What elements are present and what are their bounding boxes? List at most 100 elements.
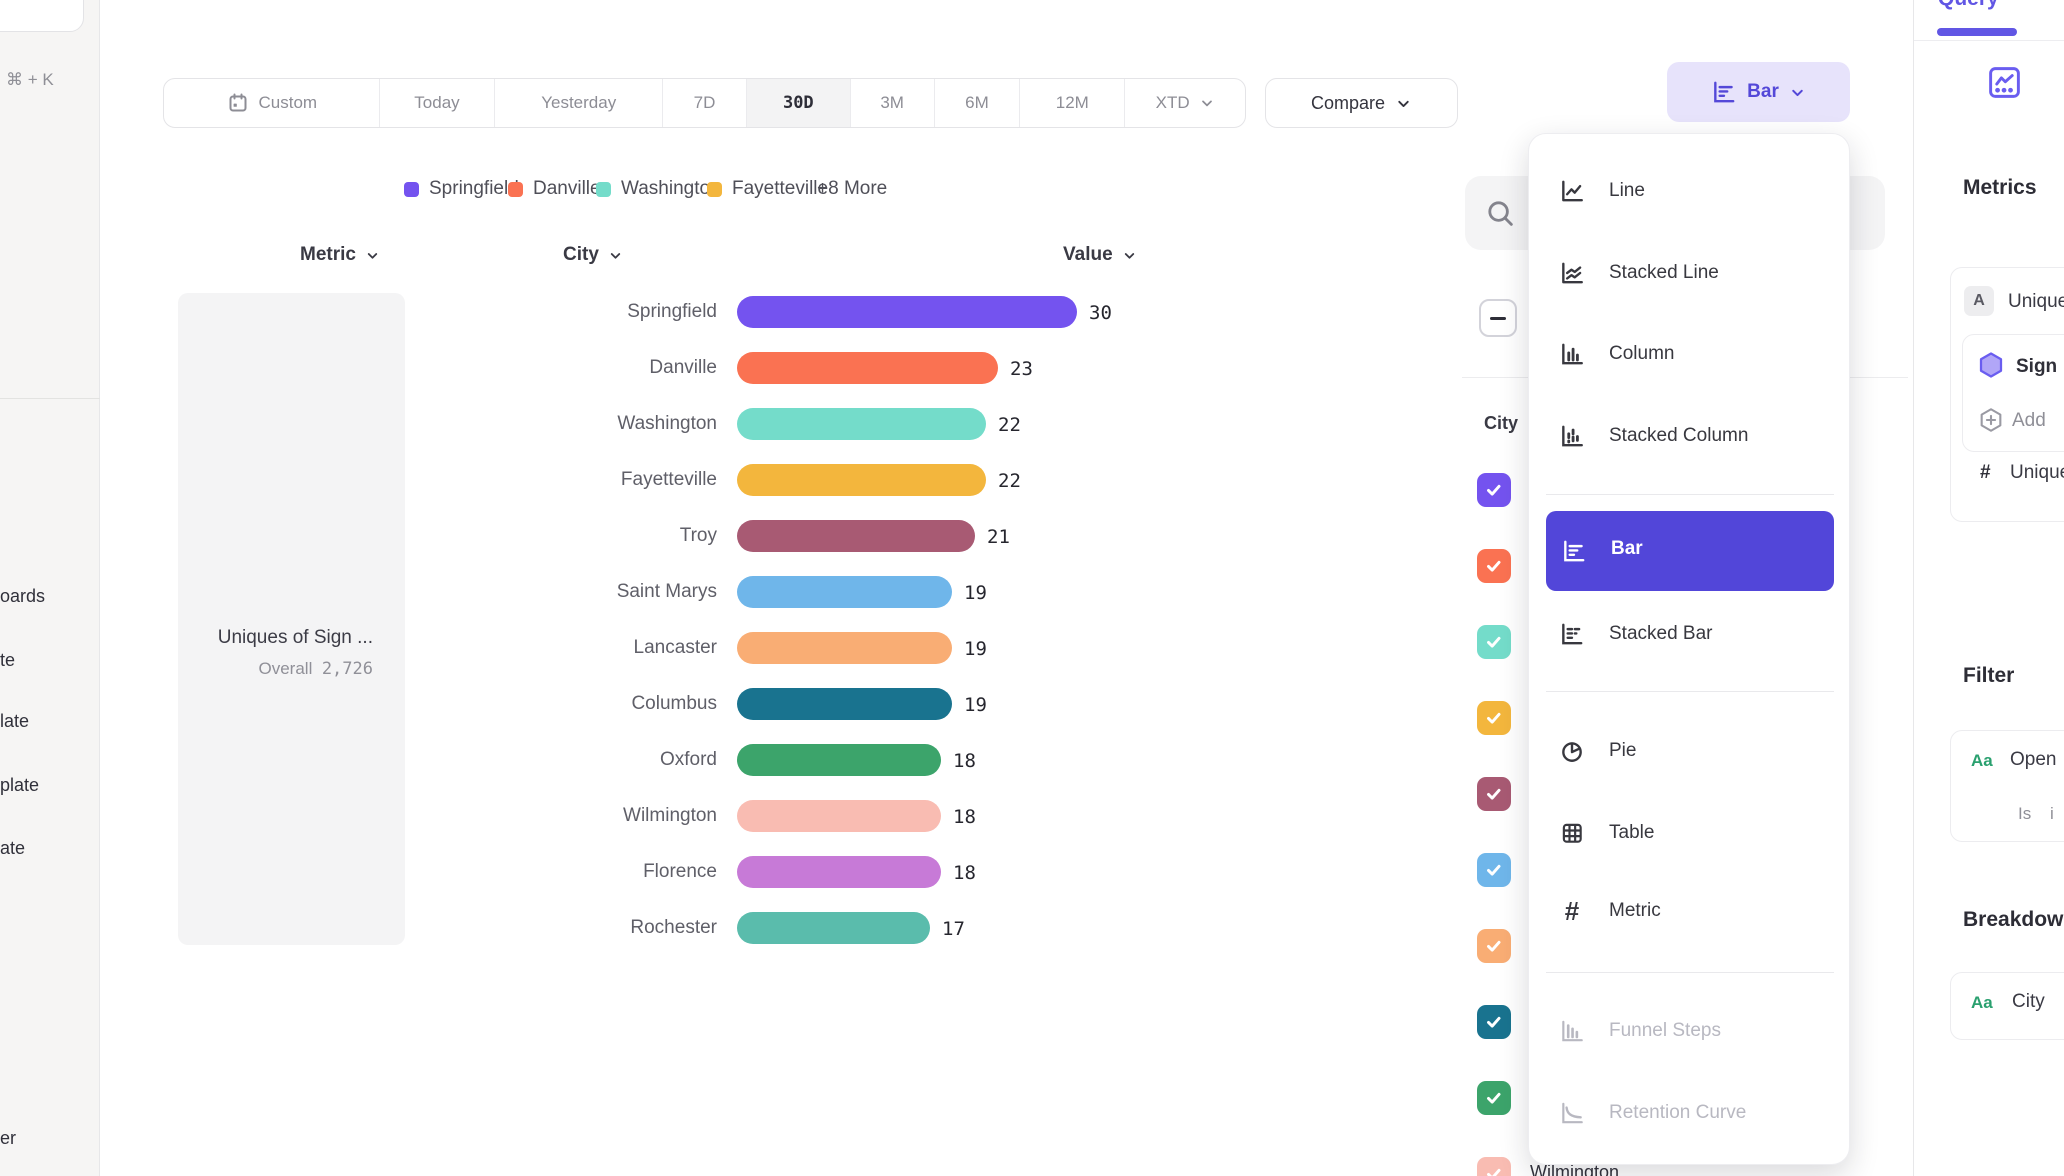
checkbox-oxford[interactable] bbox=[1477, 1081, 1511, 1115]
column-header-city[interactable]: City bbox=[563, 244, 623, 266]
metric-card[interactable]: Uniques of Sign ... Overall 2,726 bbox=[178, 293, 405, 945]
checkbox-columbus[interactable] bbox=[1477, 1005, 1511, 1039]
legend-swatch bbox=[707, 182, 722, 197]
menu-item-stacked-column[interactable]: Stacked Column bbox=[1529, 412, 1851, 460]
legend-swatch bbox=[404, 182, 419, 197]
breakdown-card[interactable] bbox=[1950, 972, 2064, 1040]
bar-row-label: Oxford bbox=[457, 746, 717, 774]
bar-lancaster[interactable] bbox=[737, 632, 952, 664]
range-3m-button[interactable]: 3M bbox=[850, 79, 934, 127]
range-today-button[interactable]: Today bbox=[379, 79, 495, 127]
checkbox-saint-marys[interactable] bbox=[1477, 853, 1511, 887]
select-all-checkbox-indeterminate[interactable] bbox=[1479, 299, 1517, 337]
check-icon bbox=[1483, 1087, 1505, 1109]
checkbox-danville[interactable] bbox=[1477, 549, 1511, 583]
legend-swatch bbox=[596, 182, 611, 197]
menu-item-bar-selected[interactable]: Bar bbox=[1546, 511, 1834, 591]
bar-springfield[interactable] bbox=[737, 296, 1077, 328]
event-sub-label[interactable]: Sign bbox=[2016, 356, 2057, 378]
menu-divider bbox=[1546, 494, 1834, 495]
check-icon bbox=[1483, 631, 1505, 653]
bar-troy[interactable] bbox=[737, 520, 975, 552]
range-xtd-button[interactable]: XTD bbox=[1124, 79, 1245, 127]
range-7d-button[interactable]: 7D bbox=[662, 79, 746, 127]
sidebar-item-4[interactable]: ate bbox=[0, 838, 25, 859]
analytics-report-page: ⌘ + K oards te late plate ate er Custom … bbox=[0, 0, 2064, 1176]
menu-item-line[interactable]: Line bbox=[1529, 167, 1851, 215]
legend-item[interactable]: Washington bbox=[596, 178, 721, 200]
bar-chart-icon bbox=[1561, 538, 1587, 564]
bar-danville[interactable] bbox=[737, 352, 998, 384]
calendar-icon bbox=[226, 91, 250, 115]
bar-value: 17 bbox=[942, 916, 965, 942]
add-hexagon-icon[interactable] bbox=[1977, 406, 2005, 434]
legend-more-button[interactable]: +8 More bbox=[817, 178, 887, 200]
bar-florence[interactable] bbox=[737, 856, 941, 888]
check-icon bbox=[1483, 1163, 1505, 1176]
filter-operator[interactable]: Is bbox=[2018, 804, 2031, 824]
range-6m-button[interactable]: 6M bbox=[934, 79, 1020, 127]
filter-property: Open bbox=[2010, 749, 2056, 771]
bar-fayetteville[interactable] bbox=[737, 464, 986, 496]
checkbox-lancaster[interactable] bbox=[1477, 929, 1511, 963]
bar-value: 18 bbox=[953, 804, 976, 830]
chart-type-button[interactable]: Bar bbox=[1667, 62, 1850, 122]
bar-rochester[interactable] bbox=[737, 912, 930, 944]
hexagon-icon bbox=[1976, 350, 2006, 380]
menu-item-metric[interactable]: # Metric bbox=[1529, 887, 1851, 935]
legend-item[interactable]: Fayetteville bbox=[707, 178, 828, 200]
sidebar-item-3[interactable]: plate bbox=[0, 775, 39, 796]
menu-item-column[interactable]: Column bbox=[1529, 330, 1851, 378]
menu-item-stacked-bar[interactable]: Stacked Bar bbox=[1529, 610, 1851, 658]
checkbox-fayetteville[interactable] bbox=[1477, 701, 1511, 735]
menu-item-table[interactable]: Table bbox=[1529, 809, 1851, 857]
add-event-label[interactable]: Add bbox=[2012, 410, 2046, 432]
range-custom-label: Custom bbox=[259, 93, 318, 113]
checkbox-troy[interactable] bbox=[1477, 777, 1511, 811]
line-chart-icon bbox=[1559, 178, 1585, 204]
bar-columbus[interactable] bbox=[737, 688, 952, 720]
column-chart-icon bbox=[1559, 341, 1585, 367]
legend-label: Fayetteville bbox=[732, 178, 828, 200]
compare-button[interactable]: Compare bbox=[1265, 78, 1458, 128]
pie-chart-icon bbox=[1559, 738, 1585, 764]
filter-value[interactable]: i bbox=[2050, 804, 2054, 824]
range-yesterday-button[interactable]: Yesterday bbox=[494, 79, 662, 127]
bar-row-label: Saint Marys bbox=[457, 578, 717, 606]
insights-chart-icon[interactable] bbox=[1986, 64, 2023, 101]
bar-oxford[interactable] bbox=[737, 744, 941, 776]
property-type-badge: Aa bbox=[1971, 993, 1993, 1013]
tab-query[interactable]: Query bbox=[1938, 0, 1999, 11]
column-header-value[interactable]: Value bbox=[1063, 244, 1137, 266]
sidebar-search-input[interactable] bbox=[0, 0, 84, 32]
menu-item-pie[interactable]: Pie bbox=[1529, 727, 1851, 775]
range-30d-button-selected[interactable]: 30D bbox=[746, 79, 850, 127]
bar-washington[interactable] bbox=[737, 408, 986, 440]
bar-wilmington[interactable] bbox=[737, 800, 941, 832]
bar-row-label: Springfield bbox=[457, 298, 717, 326]
stacked-line-icon bbox=[1559, 260, 1585, 286]
range-12m-button[interactable]: 12M bbox=[1019, 79, 1124, 127]
checkbox-washington[interactable] bbox=[1477, 625, 1511, 659]
check-icon bbox=[1483, 783, 1505, 805]
city-list-header[interactable]: City bbox=[1484, 413, 1518, 434]
legend-label: Danville bbox=[533, 178, 601, 200]
sidebar-item-2[interactable]: late bbox=[0, 711, 29, 732]
legend-item[interactable]: Danville bbox=[508, 178, 601, 200]
sidebar-item-5[interactable]: er bbox=[0, 1128, 16, 1149]
sidebar-item-1[interactable]: te bbox=[0, 650, 15, 671]
bar-row-label: Columbus bbox=[457, 690, 717, 718]
chevron-down-icon bbox=[365, 248, 380, 263]
bar-saint-marys[interactable] bbox=[737, 576, 952, 608]
range-custom-button[interactable]: Custom bbox=[164, 79, 379, 127]
menu-item-stacked-line[interactable]: Stacked Line bbox=[1529, 249, 1851, 297]
legend-item[interactable]: Springfield bbox=[404, 178, 519, 200]
column-header-metric[interactable]: Metric bbox=[300, 244, 380, 266]
filter-card[interactable] bbox=[1950, 730, 2064, 842]
tab-row-divider bbox=[1914, 40, 2064, 41]
checkbox-wilmington[interactable] bbox=[1477, 1157, 1511, 1176]
minus-icon bbox=[1490, 317, 1506, 320]
sidebar-item-boards[interactable]: oards bbox=[0, 586, 45, 607]
legend-label: Springfield bbox=[429, 178, 519, 200]
checkbox-springfield[interactable] bbox=[1477, 473, 1511, 507]
